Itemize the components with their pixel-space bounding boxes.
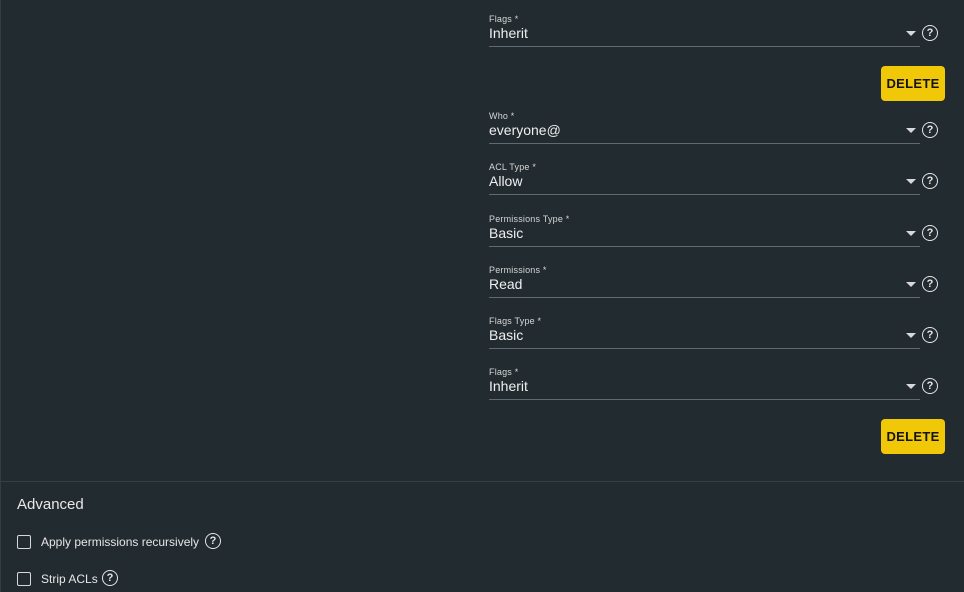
help-circle-icon[interactable]: ? xyxy=(922,25,938,41)
permissions-type-select[interactable]: Permissions Type * Basic ? xyxy=(489,214,945,254)
strip-acls-checkbox[interactable] xyxy=(17,572,31,586)
help-circle-icon[interactable]: ? xyxy=(922,173,938,189)
field-underline xyxy=(489,297,920,298)
help-circle-icon[interactable]: ? xyxy=(922,327,938,343)
field-label: Permissions * xyxy=(489,265,547,275)
delete-button[interactable]: DELETE xyxy=(881,66,945,101)
field-value: Read xyxy=(489,276,523,292)
field-label: Flags * xyxy=(489,14,519,24)
chevron-down-icon[interactable] xyxy=(906,231,916,236)
help-circle-icon[interactable]: ? xyxy=(922,378,938,394)
flags-type-select[interactable]: Flags Type * Basic ? xyxy=(489,316,945,356)
field-underline xyxy=(489,194,920,195)
flags-select[interactable]: Flags * Inherit ? xyxy=(489,14,945,54)
acl-type-select[interactable]: ACL Type * Allow ? xyxy=(489,162,945,202)
permissions-select[interactable]: Permissions * Read ? xyxy=(489,265,945,305)
left-border xyxy=(0,0,1,592)
field-label: Who * xyxy=(489,111,515,121)
field-underline xyxy=(489,46,920,47)
help-circle-icon[interactable]: ? xyxy=(205,533,221,549)
field-value: everyone@ xyxy=(489,122,561,138)
delete-button[interactable]: DELETE xyxy=(881,419,945,454)
field-value: Inherit xyxy=(489,25,528,41)
field-value: Allow xyxy=(489,173,523,189)
advanced-section-title: Advanced xyxy=(17,496,84,513)
field-underline xyxy=(489,348,920,349)
field-underline xyxy=(489,399,920,400)
chevron-down-icon[interactable] xyxy=(906,333,916,338)
chevron-down-icon[interactable] xyxy=(906,282,916,287)
help-circle-icon[interactable]: ? xyxy=(922,122,938,138)
checkbox-label[interactable]: Apply permissions recursively xyxy=(41,535,199,549)
field-value: Basic xyxy=(489,225,524,241)
field-label: Permissions Type * xyxy=(489,214,570,224)
field-value: Inherit xyxy=(489,378,528,394)
chevron-down-icon[interactable] xyxy=(906,179,916,184)
field-value: Basic xyxy=(489,327,524,343)
field-underline xyxy=(489,246,920,247)
chevron-down-icon[interactable] xyxy=(906,384,916,389)
help-circle-icon[interactable]: ? xyxy=(922,225,938,241)
field-underline xyxy=(489,143,920,144)
help-circle-icon[interactable]: ? xyxy=(102,570,118,586)
field-label: Flags * xyxy=(489,367,519,377)
field-label: Flags Type * xyxy=(489,316,542,326)
field-label: ACL Type * xyxy=(489,162,537,172)
help-circle-icon[interactable]: ? xyxy=(922,276,938,292)
chevron-down-icon[interactable] xyxy=(906,31,916,36)
checkbox-label[interactable]: Strip ACLs xyxy=(41,572,98,586)
who-select[interactable]: Who * everyone@ ? xyxy=(489,111,945,151)
apply-recursively-checkbox[interactable] xyxy=(17,535,31,549)
flags-select[interactable]: Flags * Inherit ? xyxy=(489,367,945,407)
section-divider xyxy=(1,481,964,482)
chevron-down-icon[interactable] xyxy=(906,128,916,133)
